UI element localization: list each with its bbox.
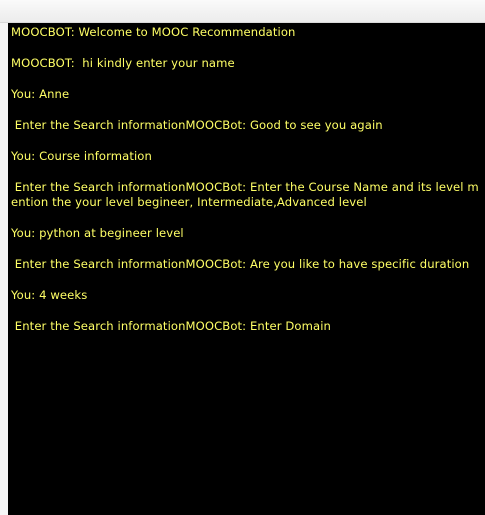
bot-message: Enter the Search informationMOOCBot: Are… <box>11 257 470 271</box>
user-message: You: python at begineer level <box>11 226 184 240</box>
chat-log: MOOCBOT: Welcome to MOOC Recommendation … <box>8 23 481 334</box>
bot-message: Enter the Search informationMOOCBot: Ent… <box>11 180 479 209</box>
user-message: You: Course information <box>11 149 152 163</box>
bot-message: Enter the Search informationMOOCBot: Goo… <box>11 118 383 132</box>
user-message: You: Anne <box>11 87 70 101</box>
bot-message: Enter the Search informationMOOCBot: Ent… <box>11 319 331 333</box>
bot-message: MOOCBOT: Welcome to MOOC Recommendation <box>11 25 296 39</box>
chat-console[interactable]: MOOCBOT: Welcome to MOOC Recommendation … <box>8 23 485 515</box>
window-titlebar <box>0 0 485 23</box>
chat-window: MOOCBOT: Welcome to MOOC Recommendation … <box>0 0 485 515</box>
user-message: You: 4 weeks <box>11 288 88 302</box>
bot-message: MOOCBOT: hi kindly enter your name <box>11 56 235 70</box>
